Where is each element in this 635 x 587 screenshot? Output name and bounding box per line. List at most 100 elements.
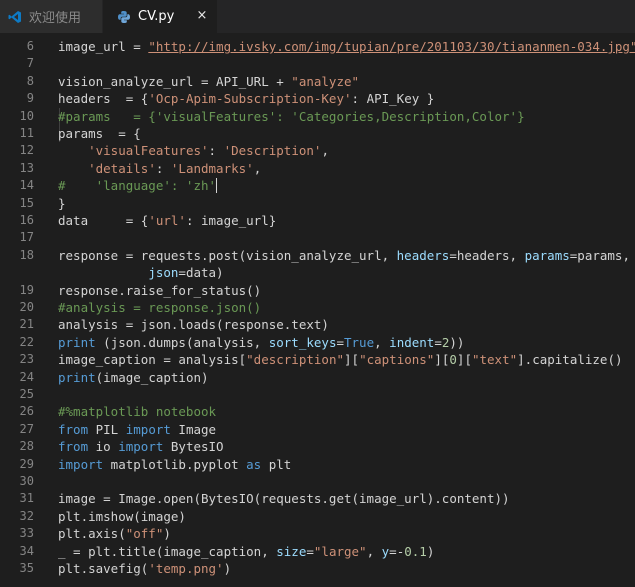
code-token: ,: [374, 334, 390, 350]
tab-cv-py[interactable]: CV.py ×: [103, 0, 217, 33]
code-token: print: [58, 334, 96, 350]
code-line[interactable]: 13 'details': 'Landmarks',: [0, 160, 635, 177]
close-icon[interactable]: ×: [195, 9, 209, 23]
line-number: 8: [26, 73, 34, 88]
code-line[interactable]: 29 import matplotlib.pyplot as plt: [0, 456, 635, 473]
code-line[interactable]: 7: [0, 55, 635, 72]
line-number: 9: [26, 91, 34, 106]
code-line[interactable]: 35 plt.savefig('temp.png'): [0, 560, 635, 577]
code-text: plt.axis("off"): [58, 525, 171, 542]
code-line[interactable]: 24 print(image_caption): [0, 369, 635, 386]
line-number: 29: [19, 456, 34, 471]
line-number: 12: [19, 143, 34, 158]
code-token: =: [306, 543, 314, 559]
code-line[interactable]: 33 plt.axis("off"): [0, 525, 635, 542]
code-token: :: [155, 160, 171, 176]
code-token: import: [58, 456, 104, 472]
code-line[interactable]: 23 image_caption = analysis["description"…: [0, 351, 635, 368]
code-token: 'details': [88, 160, 156, 176]
code-token: =-: [389, 543, 405, 559]
code-line[interactable]: 31 image = Image.open(BytesIO(requests.ge…: [0, 490, 635, 507]
code-text: }: [58, 195, 66, 212]
code-line[interactable]: 12 'visualFeatures': 'Description',: [0, 142, 635, 159]
code-text: print (json.dumps(analysis, sort_keys=Tr…: [58, 334, 464, 351]
code-line[interactable]: 34 _ = plt.title(image_caption, size="lar…: [0, 543, 635, 560]
code-token: "analyze": [291, 73, 360, 89]
code-line[interactable]: 19 response.raise_for_status(): [0, 282, 635, 299]
code-line[interactable]: 26 #%matplotlib notebook: [0, 403, 635, 420]
code-token: 'Ocp-Apim-Subscription-Key': [148, 91, 352, 107]
code-line[interactable]: 20 #analysis = response.json(): [0, 299, 635, 316]
code-text: analysis = json.loads(response.text): [58, 316, 329, 333]
code-text: image_url = "http://img.ivsky.com/img/tu…: [58, 38, 635, 55]
code-text: #analysis = response.json(): [58, 299, 261, 316]
line-number: 25: [19, 387, 34, 401]
code-token: 'url': [148, 213, 186, 228]
code-line[interactable]: 9 headers = {'Ocp-Apim-Subscription-Key':…: [0, 90, 635, 107]
code-token: : image_url}: [185, 213, 277, 228]
code-line[interactable]: 22 print (json.dumps(analysis, sort_keys=…: [0, 334, 635, 351]
code-token: from: [58, 439, 89, 455]
code-text: plt.imshow(image): [58, 508, 186, 525]
code-token: PIL: [88, 421, 126, 437]
code-token: # 'language': 'zh': [58, 178, 217, 194]
code-token: headers: [396, 247, 450, 263]
code-text: json=data): [58, 264, 223, 281]
code-line[interactable]: 14 # 'language': 'zh': [0, 177, 635, 194]
code-editor[interactable]: 6 image_url = "http://img.ivsky.com/img/t…: [0, 38, 635, 587]
code-line[interactable]: 28 from io import BytesIO: [0, 438, 635, 455]
code-text: _ = plt.title(image_caption, size="large…: [58, 543, 434, 560]
code-line[interactable]: 6 image_url = "http://img.ivsky.com/img/t…: [0, 38, 635, 55]
code-line[interactable]: 8 vision_analyze_url = API_URL + "analyze…: [0, 73, 635, 90]
code-token: (image_caption): [95, 369, 209, 385]
code-token: 'Description': [223, 143, 322, 159]
code-text: print(image_caption): [58, 369, 209, 386]
code-text: vision_analyze_url = API_URL + "analyze": [58, 73, 359, 90]
code-line[interactable]: 30: [0, 473, 635, 490]
code-line[interactable]: 11 params = {: [0, 125, 635, 142]
code-line[interactable]: 18 response = requests.post(vision_analyz…: [0, 247, 635, 264]
code-line[interactable]: 16 data = {'url': image_url}: [0, 212, 635, 229]
code-text: 'details': 'Landmarks',: [58, 160, 261, 177]
code-token: ): [163, 526, 171, 542]
code-line[interactable]: 17: [0, 229, 635, 246]
code-token: import: [125, 421, 171, 437]
code-token: ,: [253, 160, 262, 176]
code-text: params = {: [58, 125, 141, 142]
line-number: 22: [19, 334, 34, 349]
code-token: ].capitalize(): [517, 352, 623, 368]
code-text: import matplotlib.pyplot as plt: [58, 456, 291, 473]
code-text: data = {'url': image_url}: [58, 212, 276, 229]
code-line[interactable]: json=data): [0, 264, 635, 281]
code-line[interactable]: 25: [0, 386, 635, 403]
tab-welcome[interactable]: 欢迎使用: [0, 0, 103, 33]
code-token: as: [246, 456, 262, 472]
line-number: 11: [19, 126, 34, 140]
code-line[interactable]: 15}: [0, 195, 635, 212]
code-token: _ = plt.title(image_caption,: [58, 543, 277, 559]
line-number: 28: [19, 439, 34, 454]
code-token: plt.imshow(image): [58, 508, 186, 524]
code-text: response.raise_for_status(): [58, 282, 261, 299]
line-number: 16: [19, 213, 34, 227]
code-token: ][: [344, 352, 360, 368]
line-number: 17: [19, 230, 34, 245]
line-number: 20: [19, 300, 34, 314]
code-token: params: [524, 247, 570, 263]
code-token: 0: [449, 352, 457, 368]
code-line[interactable]: 27 from PIL import Image: [0, 421, 635, 438]
line-number: 7: [26, 56, 34, 71]
code-token: plt.savefig(: [58, 561, 149, 576]
code-token: 'temp.png': [148, 561, 224, 576]
code-text: 'visualFeatures': 'Description',: [58, 142, 329, 159]
code-text: image_caption = analysis["description"][…: [58, 351, 623, 368]
code-token: =headers,: [449, 247, 525, 263]
code-line[interactable]: 10 #params = {'visualFeatures': 'Categori…: [0, 108, 635, 125]
code-line[interactable]: 21 analysis = json.loads(response.text): [0, 316, 635, 333]
code-token: from: [58, 421, 89, 437]
line-number: 33: [19, 526, 34, 541]
code-line[interactable]: 32 plt.imshow(image): [0, 508, 635, 525]
code-token: )): [449, 334, 465, 350]
code-token: plt: [261, 456, 292, 472]
